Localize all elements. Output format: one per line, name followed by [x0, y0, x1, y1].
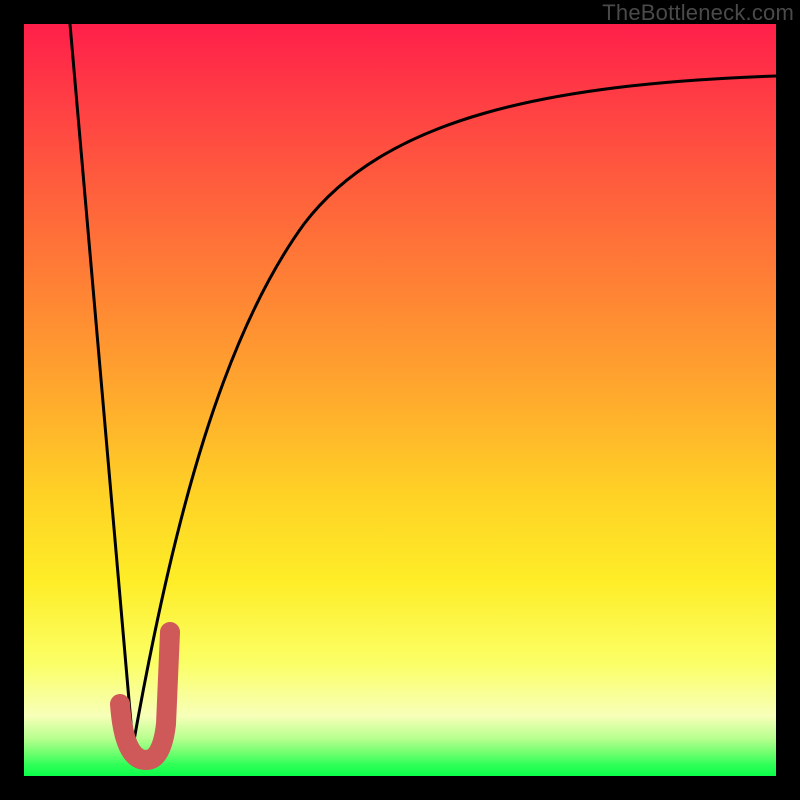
curve-layer — [24, 24, 776, 776]
right-asymptote-curve — [133, 76, 776, 746]
left-slope-line — [70, 24, 133, 746]
watermark-text: TheBottleneck.com — [602, 0, 794, 26]
chart-frame: TheBottleneck.com — [0, 0, 800, 800]
plot-area — [24, 24, 776, 776]
